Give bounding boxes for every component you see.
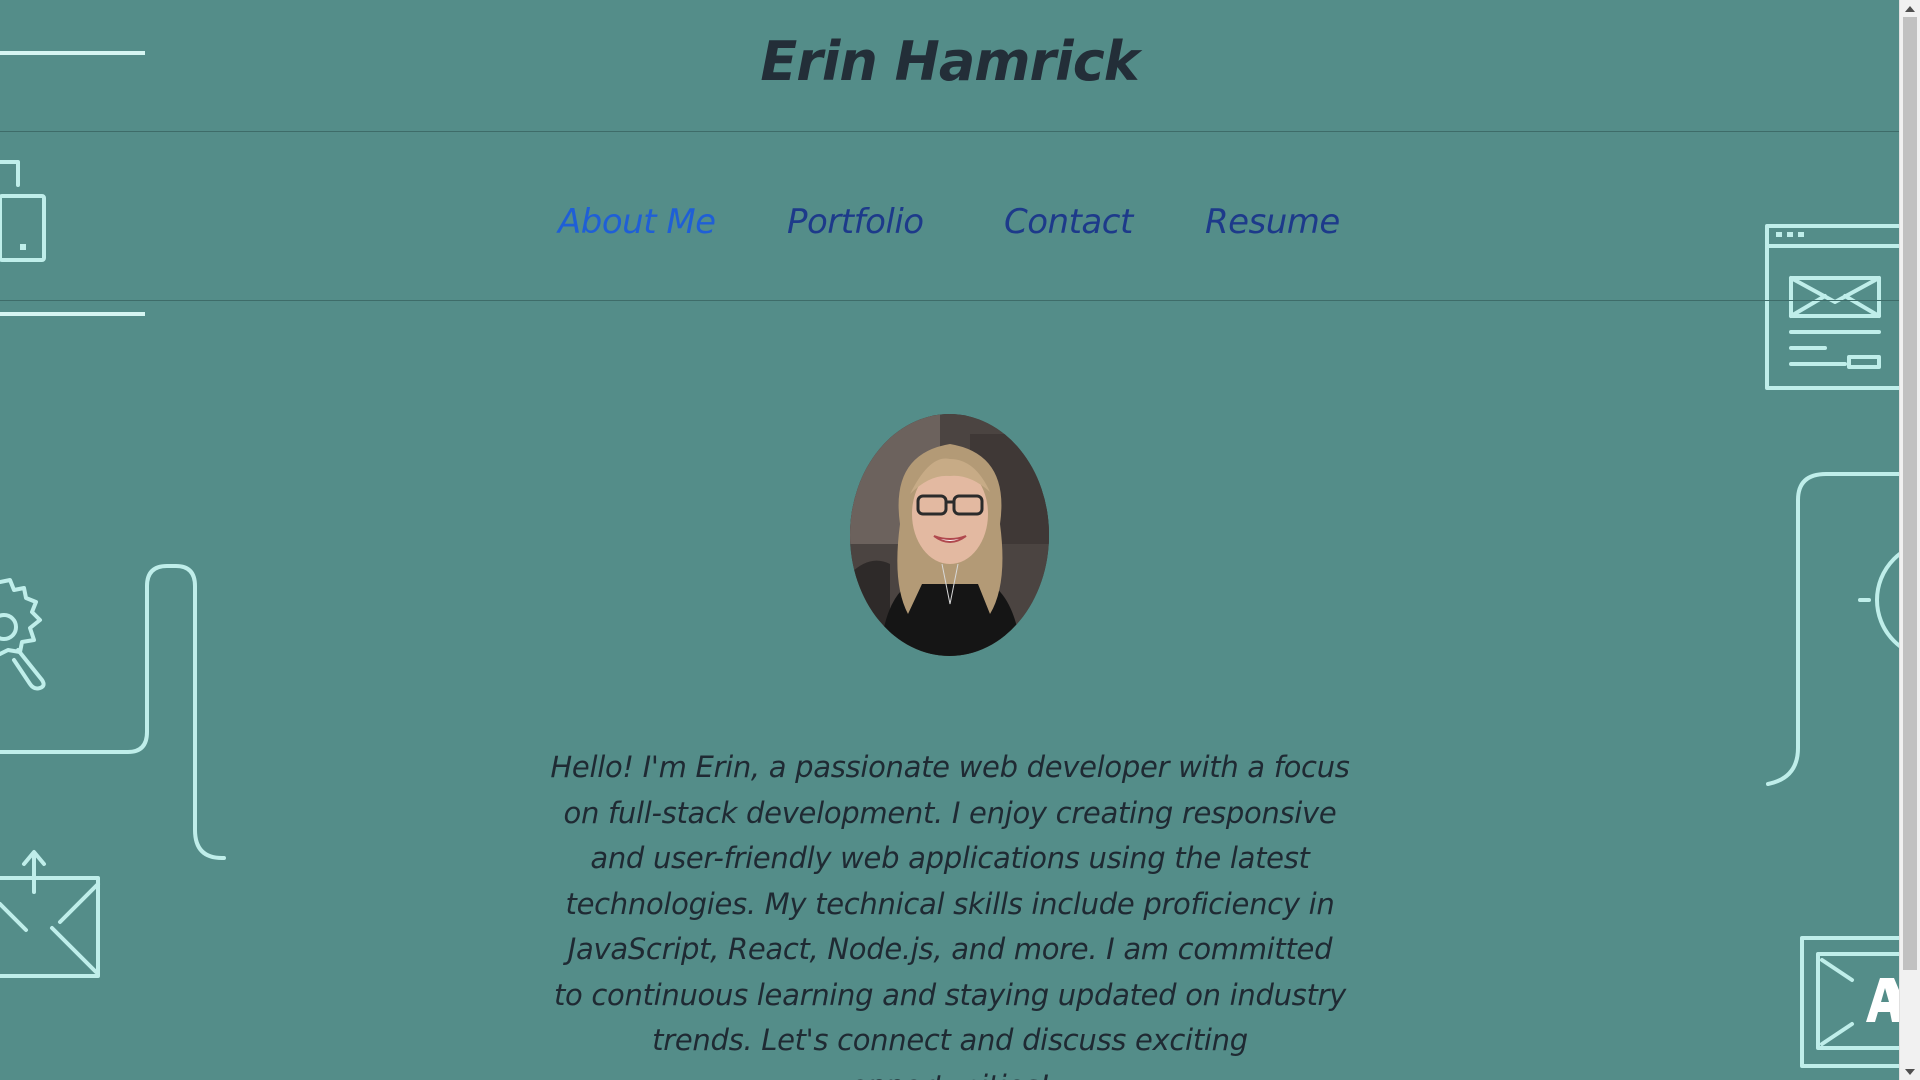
nav-item-resume[interactable]: Resume [1205, 202, 1340, 242]
site-title: Erin Hamrick [760, 30, 1139, 93]
scroll-down-arrow-icon[interactable] [1900, 1063, 1920, 1080]
target-icon [1858, 552, 1899, 648]
vertical-scrollbar[interactable] [1899, 0, 1920, 1080]
nav-item-contact[interactable]: Contact [1004, 202, 1133, 242]
nav-list: About Me Portfolio Contact Resume [0, 202, 1899, 252]
main-nav: About Me Portfolio Contact Resume [0, 132, 1899, 301]
mail-upload-icon [0, 850, 100, 978]
about-text: Hello! I'm Erin, a passionate web develo… [550, 750, 1350, 1080]
site-header: Erin Hamrick [0, 0, 1899, 132]
gear-search-icon [0, 578, 46, 691]
profile-photo [850, 414, 1049, 656]
scroll-up-arrow-icon[interactable] [1900, 0, 1920, 17]
scroll-thumb[interactable] [1903, 17, 1917, 970]
nav-item-about-me[interactable]: About Me [558, 202, 716, 242]
nav-item-portfolio[interactable]: Portfolio [787, 202, 924, 242]
page: Erin Hamrick About Me Portfolio Contact … [0, 0, 1899, 1080]
browser-ad-icon [1800, 936, 1899, 1068]
